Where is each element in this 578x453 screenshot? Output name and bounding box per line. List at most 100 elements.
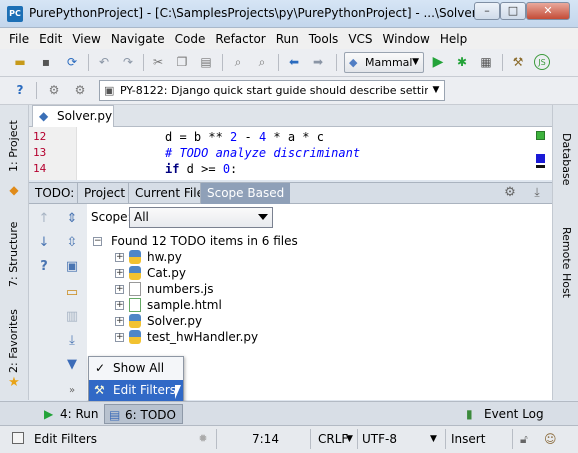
menu-edit[interactable]: Edit xyxy=(34,32,67,46)
tab-scope-based[interactable]: Scope Based xyxy=(200,183,291,204)
menu-refactor[interactable]: Refactor xyxy=(210,32,270,46)
code-editor[interactable]: 12 13 14 d = b ** 2 - 4 * a * c # TODO a… xyxy=(29,127,552,180)
title-bar: PC PurePythonProject] - [C:\SamplesProje… xyxy=(0,0,578,28)
line-separator[interactable]: CRLF xyxy=(318,430,348,448)
scope-label: Scope: xyxy=(91,210,132,224)
filter-icon[interactable]: ▼ xyxy=(63,356,81,374)
file-encoding[interactable]: UTF-8 xyxy=(362,430,397,448)
javascript-icon[interactable]: JS xyxy=(534,54,550,70)
replace-icon[interactable]: ⌕ xyxy=(254,54,270,70)
tab-favorites[interactable]: 2: Favorites xyxy=(4,305,24,377)
menu-item-edit-filters[interactable]: ⚒ Edit Filters xyxy=(89,380,183,401)
minimize-button[interactable]: – xyxy=(474,2,500,20)
expand-toggle[interactable]: + xyxy=(115,301,124,310)
tree-file-item[interactable]: Solver.py xyxy=(147,313,202,329)
menu-vcs[interactable]: VCS xyxy=(343,32,377,46)
tree-file-item[interactable]: sample.html xyxy=(147,297,222,313)
menu-navigate[interactable]: Navigate xyxy=(106,32,170,46)
task-toolbar: ? ⚙ ⚙ ▣ PY-8122: Django quick start guid… xyxy=(0,77,578,105)
find-icon[interactable]: ⌕ xyxy=(230,54,246,70)
tab-event-log[interactable]: ▮ Event Log xyxy=(464,404,550,424)
expand-toggle[interactable]: + xyxy=(115,269,124,278)
close-button[interactable]: ✕ xyxy=(526,2,570,20)
menu-code[interactable]: Code xyxy=(170,32,211,46)
autoscroll-icon[interactable]: ⤓ xyxy=(63,332,81,350)
settings-icon[interactable]: ⚒ xyxy=(510,54,526,70)
redo-icon[interactable]: ↷ xyxy=(120,54,136,70)
lock-icon[interactable]: 🔓︎ xyxy=(520,430,528,448)
help-icon[interactable]: ? xyxy=(35,258,53,276)
caret-position[interactable]: 7:14 xyxy=(252,430,279,448)
todo-marker[interactable] xyxy=(536,154,545,163)
copy-icon[interactable]: ❐ xyxy=(174,54,190,70)
collapse-toggle[interactable]: − xyxy=(93,237,102,246)
checkmark-icon: ✓ xyxy=(95,361,106,375)
flatten-packages-icon[interactable]: ▥ xyxy=(63,308,81,326)
tree-file-item[interactable]: hw.py xyxy=(147,249,182,265)
hide-panel-icon[interactable]: ⤓ xyxy=(529,185,545,201)
open-folder-icon[interactable]: ▬ xyxy=(12,54,28,70)
expand-toggle[interactable]: + xyxy=(115,253,124,262)
menu-item-show-all[interactable]: ✓ Show All xyxy=(89,358,183,379)
tab-current-file[interactable]: Current File xyxy=(128,183,210,204)
task-select[interactable]: ▣ PY-8122: Django quick start guide shou… xyxy=(99,80,445,101)
tree-file-item[interactable]: numbers.js xyxy=(147,281,214,297)
tab-structure[interactable]: 7: Structure xyxy=(4,215,24,293)
expand-all-icon[interactable]: ⇕ xyxy=(63,210,81,228)
task-icon: ▣ xyxy=(104,84,115,97)
coverage-icon[interactable]: ▦ xyxy=(478,54,494,70)
expand-toggle[interactable]: + xyxy=(115,317,124,326)
run-icon[interactable]: ▶ xyxy=(430,54,446,70)
python-file-icon xyxy=(129,314,141,328)
collapse-all-icon[interactable]: ⇳ xyxy=(63,234,81,252)
tab-todo[interactable]: ▤ 6: TODO xyxy=(104,404,183,424)
inspector-icon[interactable]: ☺ xyxy=(544,430,557,448)
pycharm-app-icon: PC xyxy=(7,6,23,22)
menu-view[interactable]: View xyxy=(67,32,105,46)
insert-mode[interactable]: Insert xyxy=(451,430,485,448)
debug-icon[interactable]: ✱ xyxy=(454,54,470,70)
line-number: 14 xyxy=(33,162,47,175)
next-todo-icon[interactable]: ↓ xyxy=(35,234,53,252)
forward-icon[interactable]: ➡ xyxy=(310,54,326,70)
tool-windows-toggle-icon[interactable] xyxy=(12,432,24,444)
previous-todo-icon[interactable]: ↑ xyxy=(35,210,53,228)
menu-run[interactable]: Run xyxy=(271,32,304,46)
tool-window-bar: ▶ 4: Run ▤ 6: TODO ▮ Event Log xyxy=(0,401,578,425)
tab-project[interactable]: 1: Project xyxy=(4,113,24,179)
tab-project-scope[interactable]: Project xyxy=(77,183,131,204)
sync-icon[interactable]: ⟳ xyxy=(64,54,80,70)
status-message: Edit Filters xyxy=(34,432,98,446)
switch-task-icon[interactable]: ⚙ xyxy=(72,82,88,98)
right-tool-stripe: Database Remote Host xyxy=(552,105,578,400)
menu-file[interactable]: File xyxy=(4,32,34,46)
event-log-icon: ▮ xyxy=(466,407,473,421)
maximize-button[interactable]: □ xyxy=(500,2,526,20)
paste-icon[interactable]: ▤ xyxy=(198,54,214,70)
undo-icon[interactable]: ↶ xyxy=(96,54,112,70)
editor-tab-solver[interactable]: ◆ Solver.py xyxy=(32,105,114,127)
tab-run[interactable]: ▶ 4: Run xyxy=(40,404,105,424)
menu-help[interactable]: Help xyxy=(435,32,472,46)
save-icon[interactable]: ▪ xyxy=(38,54,54,70)
group-by-module-icon[interactable]: ▣ xyxy=(63,258,81,276)
line-number: 13 xyxy=(33,146,47,159)
tree-file-item[interactable]: test_hwHandler.py xyxy=(147,329,258,345)
tree-file-item[interactable]: Cat.py xyxy=(147,265,186,281)
window-title: PurePythonProject] - [C:\SamplesProjects… xyxy=(29,6,489,20)
menu-window[interactable]: Window xyxy=(378,32,435,46)
tab-remote-host[interactable]: Remote Host xyxy=(556,217,576,307)
scope-select[interactable]: All xyxy=(129,207,273,228)
cut-icon[interactable]: ✂ xyxy=(150,54,166,70)
expand-toggle[interactable]: + xyxy=(115,333,124,342)
menu-tools[interactable]: Tools xyxy=(304,32,344,46)
run-config-select[interactable]: ◆ Mammal ▼ xyxy=(344,52,424,73)
group-by-package-icon[interactable]: ▭ xyxy=(63,284,81,302)
tab-database[interactable]: Database xyxy=(556,119,576,199)
help-icon[interactable]: ? xyxy=(12,82,28,98)
more-icon[interactable]: » xyxy=(63,382,81,400)
back-icon[interactable]: ⬅ xyxy=(286,54,302,70)
gear-icon[interactable]: ⚙ xyxy=(502,185,518,201)
expand-toggle[interactable]: + xyxy=(115,285,124,294)
tasks-icon[interactable]: ⚙ xyxy=(46,82,62,98)
